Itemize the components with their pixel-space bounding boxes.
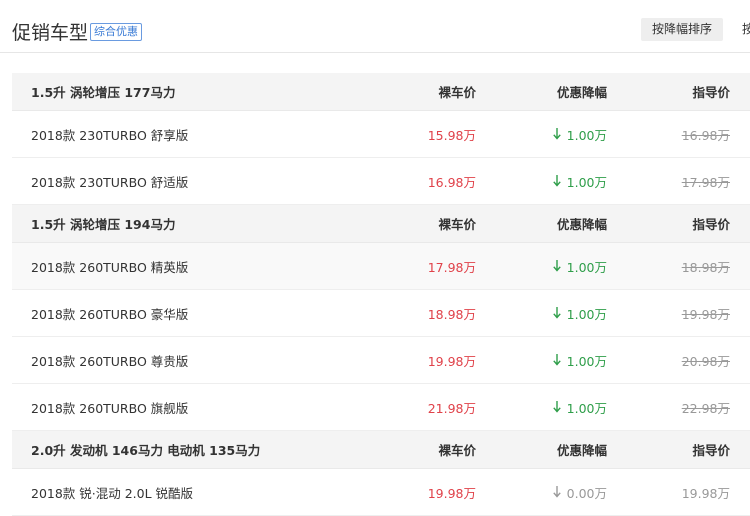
model-name[interactable]: 2018款 230TURBO 舒享版 <box>31 111 188 157</box>
discount-amount: 1.00万 <box>566 127 607 143</box>
col-header-guide: 指导价 <box>692 217 730 232</box>
discount-amount: 1.00万 <box>566 306 607 322</box>
discount-cell: 0.00万 <box>552 469 607 515</box>
model-name[interactable]: 2018款 260TURBO 豪华版 <box>31 290 188 336</box>
model-name[interactable]: 2018款 260TURBO 旗舰版 <box>31 384 188 430</box>
sort-button-secondary[interactable]: 按 <box>742 18 750 41</box>
group-header: 2.0升 发动机 146马力 电动机 135马力 裸车价 优惠降幅 指导价 <box>12 431 750 469</box>
table-row[interactable]: 2018款 260TURBO 精英版 17.98万 1.00万 18.98万 <box>12 243 750 290</box>
bare-price: 19.98万 <box>427 485 476 501</box>
discount-cell: 1.00万 <box>552 158 607 204</box>
bare-price: 17.98万 <box>427 259 476 275</box>
col-header-discount: 优惠降幅 <box>556 217 607 232</box>
bare-price: 15.98万 <box>427 127 476 143</box>
bare-price: 19.98万 <box>427 353 476 369</box>
table-row[interactable]: 2018款 230TURBO 舒适版 16.98万 1.00万 17.98万 <box>12 158 750 205</box>
bare-price: 21.98万 <box>427 400 476 416</box>
guide-price: 22.98万 <box>681 400 730 416</box>
composite-discount-badge[interactable]: 综合优惠 <box>90 23 142 41</box>
model-name[interactable]: 2018款 260TURBO 精英版 <box>31 243 188 289</box>
col-header-guide: 指导价 <box>692 85 730 100</box>
guide-price: 16.98万 <box>681 127 730 143</box>
group-engine-label: 2.0升 发动机 146马力 电动机 135马力 <box>31 443 261 458</box>
col-header-price: 裸车价 <box>438 85 476 100</box>
discount-cell: 1.00万 <box>552 243 607 289</box>
section-title: 促销车型 <box>12 22 89 44</box>
model-name[interactable]: 2018款 260TURBO 尊贵版 <box>31 337 188 383</box>
guide-price: 18.98万 <box>681 259 730 275</box>
section-header: 促销车型 综合优惠 按降幅排序 按 <box>0 0 750 53</box>
discount-cell: 1.00万 <box>552 337 607 383</box>
col-header-price: 裸车价 <box>438 443 476 458</box>
arrow-down-icon <box>552 486 561 498</box>
guide-price: 17.98万 <box>681 174 730 190</box>
discount-cell: 1.00万 <box>552 111 607 157</box>
bare-price: 16.98万 <box>427 174 476 190</box>
group-header: 1.5升 涡轮增压 177马力 裸车价 优惠降幅 指导价 <box>12 73 750 111</box>
guide-price: 19.98万 <box>681 485 730 501</box>
discount-cell: 1.00万 <box>552 290 607 336</box>
group-engine-label: 1.5升 涡轮增压 177马力 <box>31 85 176 100</box>
group-engine-label: 1.5升 涡轮增压 194马力 <box>31 217 176 232</box>
arrow-down-icon <box>552 401 561 413</box>
bare-price: 18.98万 <box>427 306 476 322</box>
table-row[interactable]: 2018款 锐·混动 2.0L 锐酷版 19.98万 0.00万 19.98万 <box>12 469 750 516</box>
discount-amount: 1.00万 <box>566 400 607 416</box>
arrow-down-icon <box>552 128 561 140</box>
arrow-down-icon <box>552 260 561 272</box>
model-name[interactable]: 2018款 锐·混动 2.0L 锐酷版 <box>31 469 193 515</box>
sort-by-discount-button[interactable]: 按降幅排序 <box>641 18 723 41</box>
guide-price: 20.98万 <box>681 353 730 369</box>
discount-amount: 0.00万 <box>566 485 607 501</box>
model-name[interactable]: 2018款 230TURBO 舒适版 <box>31 158 188 204</box>
col-header-guide: 指导价 <box>692 443 730 458</box>
arrow-down-icon <box>552 354 561 366</box>
group-header: 1.5升 涡轮增压 194马力 裸车价 优惠降幅 指导价 <box>12 205 750 243</box>
col-header-price: 裸车价 <box>438 217 476 232</box>
guide-price: 19.98万 <box>681 306 730 322</box>
discount-amount: 1.00万 <box>566 259 607 275</box>
promo-model-table: 1.5升 涡轮增压 177马力 裸车价 优惠降幅 指导价 2018款 230TU… <box>12 73 750 516</box>
discount-cell: 1.00万 <box>552 384 607 430</box>
table-row[interactable]: 2018款 230TURBO 舒享版 15.98万 1.00万 16.98万 <box>12 111 750 158</box>
discount-amount: 1.00万 <box>566 353 607 369</box>
table-row[interactable]: 2018款 260TURBO 旗舰版 21.98万 1.00万 22.98万 <box>12 384 750 431</box>
col-header-discount: 优惠降幅 <box>556 85 607 100</box>
arrow-down-icon <box>552 175 561 187</box>
table-row[interactable]: 2018款 260TURBO 豪华版 18.98万 1.00万 19.98万 <box>12 290 750 337</box>
table-row[interactable]: 2018款 260TURBO 尊贵版 19.98万 1.00万 20.98万 <box>12 337 750 384</box>
discount-amount: 1.00万 <box>566 174 607 190</box>
arrow-down-icon <box>552 307 561 319</box>
col-header-discount: 优惠降幅 <box>556 443 607 458</box>
